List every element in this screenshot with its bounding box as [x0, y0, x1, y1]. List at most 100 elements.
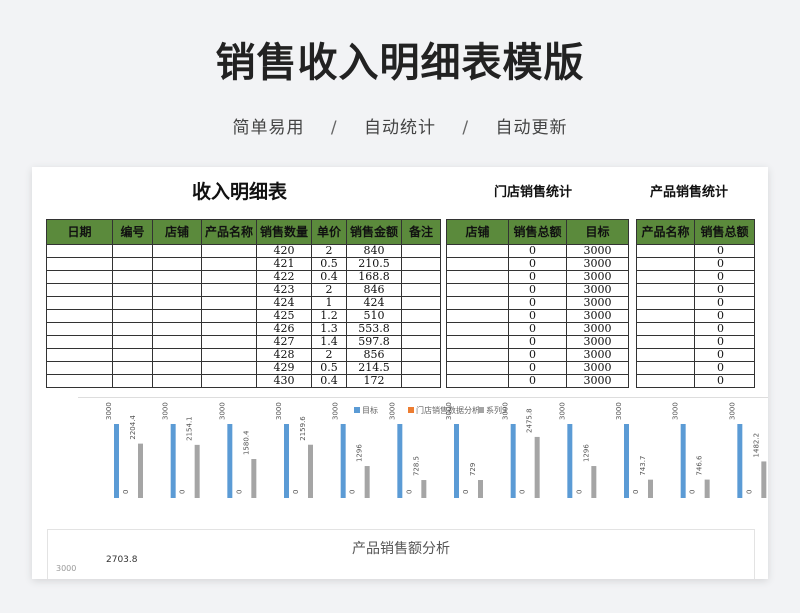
table-cell[interactable]: 168.8: [346, 270, 402, 284]
table-cell[interactable]: 0.4: [311, 270, 347, 284]
table-cell[interactable]: 3000: [566, 335, 629, 349]
table-cell[interactable]: 3000: [566, 244, 629, 258]
table-cell[interactable]: 856: [346, 348, 402, 362]
table-cell[interactable]: 0: [694, 244, 755, 258]
table-cell[interactable]: 430: [256, 374, 312, 388]
table-cell[interactable]: 0: [694, 270, 755, 284]
table-cell[interactable]: [201, 374, 257, 388]
table-cell[interactable]: [636, 283, 695, 297]
table-cell[interactable]: [401, 361, 441, 375]
table-cell[interactable]: 0: [508, 335, 567, 349]
table-cell[interactable]: [636, 270, 695, 284]
table-cell[interactable]: 210.5: [346, 257, 402, 271]
table-cell[interactable]: [152, 322, 202, 336]
table-cell[interactable]: [446, 374, 509, 388]
table-cell[interactable]: [446, 309, 509, 323]
table-cell[interactable]: [46, 257, 113, 271]
table-cell[interactable]: 429: [256, 361, 312, 375]
table-cell[interactable]: [201, 296, 257, 310]
table-cell[interactable]: [46, 335, 113, 349]
table-cell[interactable]: [112, 244, 153, 258]
table-cell[interactable]: 846: [346, 283, 402, 297]
table-cell[interactable]: 3000: [566, 361, 629, 375]
table-cell[interactable]: [152, 283, 202, 297]
table-cell[interactable]: [112, 283, 153, 297]
table-cell[interactable]: [46, 374, 113, 388]
table-cell[interactable]: [201, 322, 257, 336]
table-cell[interactable]: 0: [508, 283, 567, 297]
table-cell[interactable]: 3000: [566, 322, 629, 336]
table-cell[interactable]: [636, 374, 695, 388]
table-cell[interactable]: [636, 322, 695, 336]
table-cell[interactable]: [46, 270, 113, 284]
table-cell[interactable]: 214.5: [346, 361, 402, 375]
table-cell[interactable]: [401, 283, 441, 297]
table-cell[interactable]: 3000: [566, 270, 629, 284]
table-cell[interactable]: [446, 322, 509, 336]
table-cell[interactable]: 424: [256, 296, 312, 310]
table-cell[interactable]: [152, 361, 202, 375]
table-cell[interactable]: 422: [256, 270, 312, 284]
table-cell[interactable]: [446, 296, 509, 310]
table-cell[interactable]: 426: [256, 322, 312, 336]
table-cell[interactable]: [46, 309, 113, 323]
table-cell[interactable]: 2: [311, 244, 347, 258]
table-cell[interactable]: 840: [346, 244, 402, 258]
table-cell[interactable]: 0.5: [311, 257, 347, 271]
table-cell[interactable]: [636, 309, 695, 323]
table-cell[interactable]: 1.3: [311, 322, 347, 336]
table-cell[interactable]: [46, 361, 113, 375]
table-cell[interactable]: [401, 348, 441, 362]
table-cell[interactable]: 597.8: [346, 335, 402, 349]
table-cell[interactable]: 0.4: [311, 374, 347, 388]
table-cell[interactable]: [46, 296, 113, 310]
table-cell[interactable]: [636, 296, 695, 310]
table-cell[interactable]: [446, 244, 509, 258]
table-cell[interactable]: 0: [508, 244, 567, 258]
table-cell[interactable]: 0: [694, 309, 755, 323]
table-cell[interactable]: 0: [694, 283, 755, 297]
table-cell[interactable]: 1: [311, 296, 347, 310]
table-cell[interactable]: [401, 374, 441, 388]
table-cell[interactable]: 0: [694, 348, 755, 362]
table-cell[interactable]: [636, 361, 695, 375]
table-cell[interactable]: [636, 348, 695, 362]
table-cell[interactable]: 2: [311, 283, 347, 297]
table-cell[interactable]: 0: [508, 296, 567, 310]
table-cell[interactable]: [46, 348, 113, 362]
table-cell[interactable]: 3000: [566, 348, 629, 362]
table-cell[interactable]: [152, 244, 202, 258]
table-cell[interactable]: 0: [694, 322, 755, 336]
table-cell[interactable]: 0: [508, 257, 567, 271]
table-cell[interactable]: 0: [694, 296, 755, 310]
table-cell[interactable]: 2: [311, 348, 347, 362]
table-cell[interactable]: [112, 257, 153, 271]
table-cell[interactable]: 3000: [566, 283, 629, 297]
table-cell[interactable]: [112, 309, 153, 323]
table-cell[interactable]: [401, 270, 441, 284]
table-cell[interactable]: [112, 348, 153, 362]
table-cell[interactable]: [446, 335, 509, 349]
table-cell[interactable]: 0: [508, 270, 567, 284]
table-cell[interactable]: [446, 348, 509, 362]
table-cell[interactable]: [152, 348, 202, 362]
table-cell[interactable]: 3000: [566, 296, 629, 310]
table-cell[interactable]: 510: [346, 309, 402, 323]
table-cell[interactable]: 0: [508, 374, 567, 388]
table-cell[interactable]: [152, 335, 202, 349]
table-cell[interactable]: [112, 270, 153, 284]
table-cell[interactable]: [201, 244, 257, 258]
table-cell[interactable]: 1.4: [311, 335, 347, 349]
table-cell[interactable]: 0: [508, 361, 567, 375]
table-cell[interactable]: [112, 296, 153, 310]
table-cell[interactable]: [46, 283, 113, 297]
table-cell[interactable]: [636, 257, 695, 271]
table-cell[interactable]: [401, 335, 441, 349]
table-cell[interactable]: [201, 335, 257, 349]
table-cell[interactable]: 0: [508, 309, 567, 323]
table-cell[interactable]: 0: [694, 361, 755, 375]
table-cell[interactable]: [401, 244, 441, 258]
table-cell[interactable]: 3000: [566, 257, 629, 271]
table-cell[interactable]: 0: [694, 257, 755, 271]
table-cell[interactable]: [401, 296, 441, 310]
